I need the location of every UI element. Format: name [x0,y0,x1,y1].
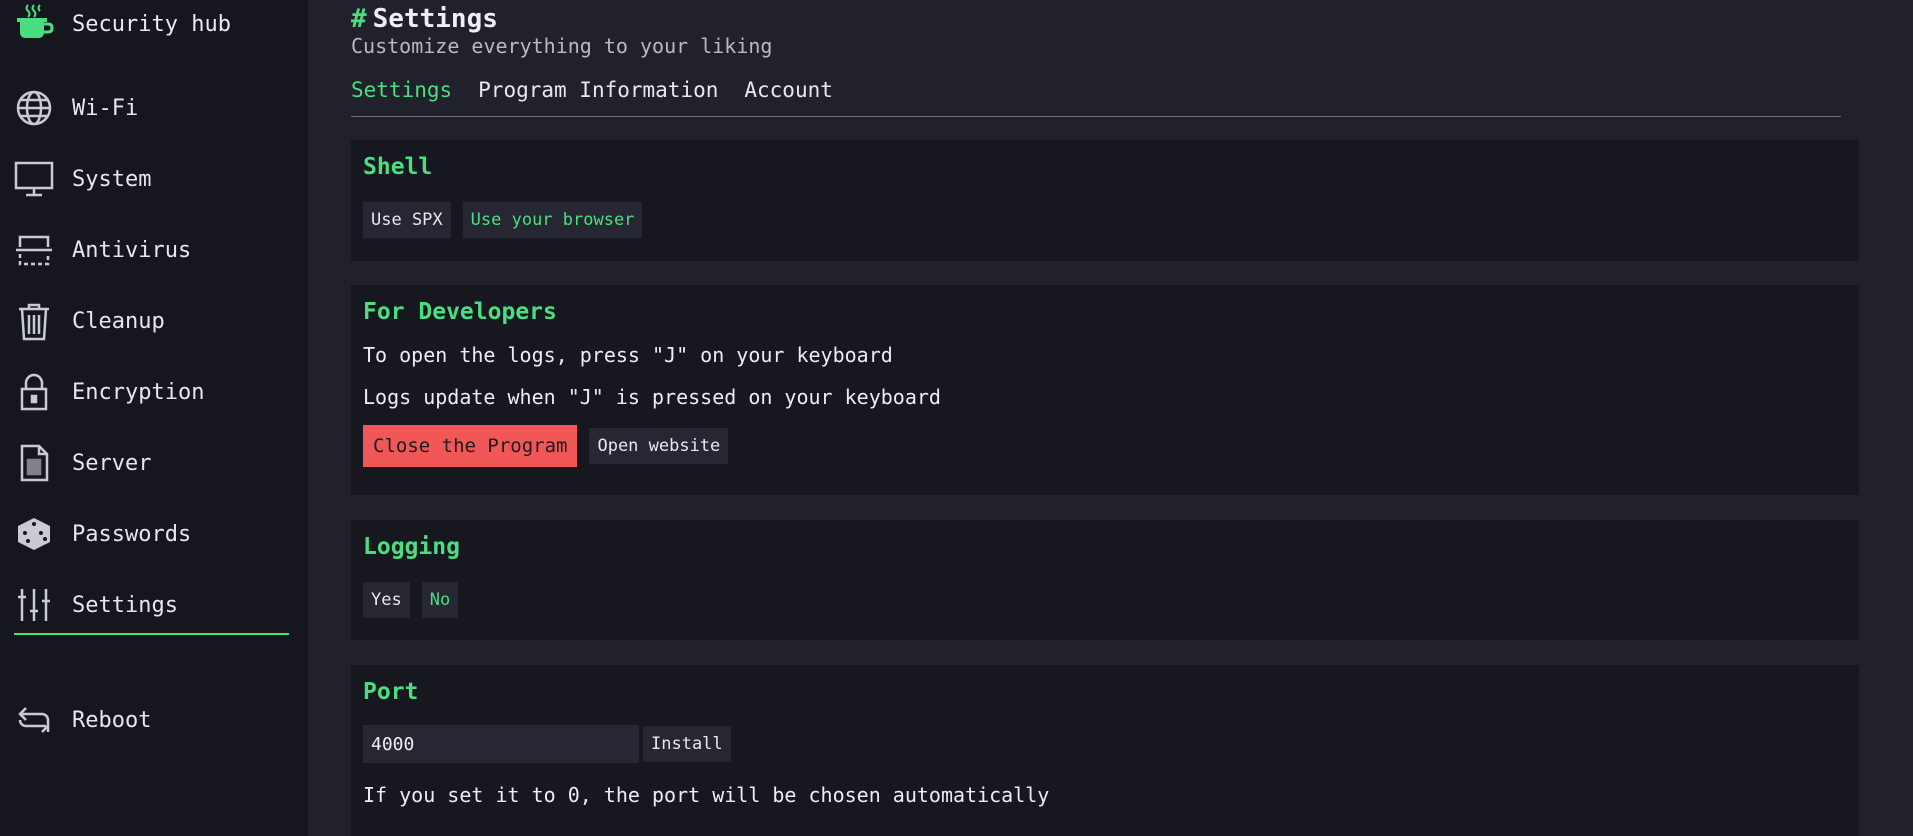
main-content: # Settings Customize everything to your l… [308,0,1913,836]
tab-program-information[interactable]: Program Information [478,78,718,102]
port-title: Port [363,679,419,705]
sidebar-item-label: Reboot [72,707,152,733]
sliders-icon [14,585,54,625]
brand-label: Security hub [72,11,231,37]
monitor-icon [14,159,54,199]
use-browser-button[interactable]: Use your browser [462,202,643,238]
active-indicator [14,633,289,635]
globe-icon [14,88,54,128]
logs-update-hint: Logs update when "J" is pressed on your … [363,385,941,409]
logging-options: Yes No [363,582,1847,618]
sidebar-item-server[interactable]: Server [14,437,290,489]
trash-icon [14,301,54,341]
reboot-icon [14,700,54,740]
sidebar-item-label: Wi-Fi [72,95,139,121]
sidebar-item-reboot[interactable]: Reboot [14,694,290,746]
developers-card: For Developers To open the logs, press "… [351,285,1859,495]
dice-icon [14,514,54,554]
coffee-cup-icon [14,2,54,46]
page-title-text: Settings [372,4,498,34]
sidebar-item-label: Antivirus [72,237,192,263]
sidebar-item-wifi[interactable]: Wi-Fi [14,82,290,134]
sidebar-item-cleanup[interactable]: Cleanup [14,295,290,347]
scanner-icon [14,230,54,270]
app-window: Security hub Wi-Fi System Antivirus Clea… [0,0,1913,836]
use-spx-button[interactable]: Use SPX [363,202,451,238]
brand: Security hub [14,4,231,44]
shell-options: Use SPX Use your browser [363,202,1847,238]
sidebar-item-passwords[interactable]: Passwords [14,508,290,560]
page-subtitle: Customize everything to your liking [351,34,773,58]
sidebar-item-label: Cleanup [72,308,165,334]
logging-no-button[interactable]: No [421,582,459,618]
sidebar-item-settings[interactable]: Settings [14,579,290,631]
port-note: If you set it to 0, the port will be cho… [363,783,1050,807]
logging-card: Logging Yes No [351,520,1859,640]
sidebar-item-label: System [72,166,152,192]
developers-title: For Developers [363,299,557,325]
tab-account[interactable]: Account [744,78,833,102]
shell-title: Shell [363,154,433,180]
developer-actions: Close the Program Open website [363,425,1847,467]
sidebar-item-antivirus[interactable]: Antivirus [14,224,290,276]
shell-card: Shell Use SPX Use your browser [351,140,1859,261]
hash-mark: # [351,4,367,34]
sidebar-item-label: Settings [72,592,178,618]
open-website-button[interactable]: Open website [589,428,729,464]
sidebar-item-system[interactable]: System [14,153,290,205]
lock-icon [14,372,54,412]
port-card: Port Install If you set it to 0, the por… [351,665,1859,836]
close-program-button[interactable]: Close the Program [363,425,578,467]
tab-bar: Settings Program Information Account [351,78,833,102]
logging-yes-button[interactable]: Yes [363,582,410,618]
tabs-divider [351,116,1841,117]
sidebar-item-label: Server [72,450,152,476]
sidebar-item-label: Passwords [72,521,192,547]
sidebar-item-encryption[interactable]: Encryption [14,366,290,418]
logs-open-hint: To open the logs, press "J" on your keyb… [363,343,893,367]
page-title: # Settings [351,4,498,34]
install-button[interactable]: Install [643,726,731,762]
logging-title: Logging [363,534,460,560]
port-controls: Install [363,725,1847,763]
file-icon [14,443,54,483]
port-input[interactable] [363,725,639,763]
sidebar-item-label: Encryption [72,379,205,405]
sidebar: Security hub Wi-Fi System Antivirus Clea… [0,0,308,836]
tab-settings[interactable]: Settings [351,78,452,102]
